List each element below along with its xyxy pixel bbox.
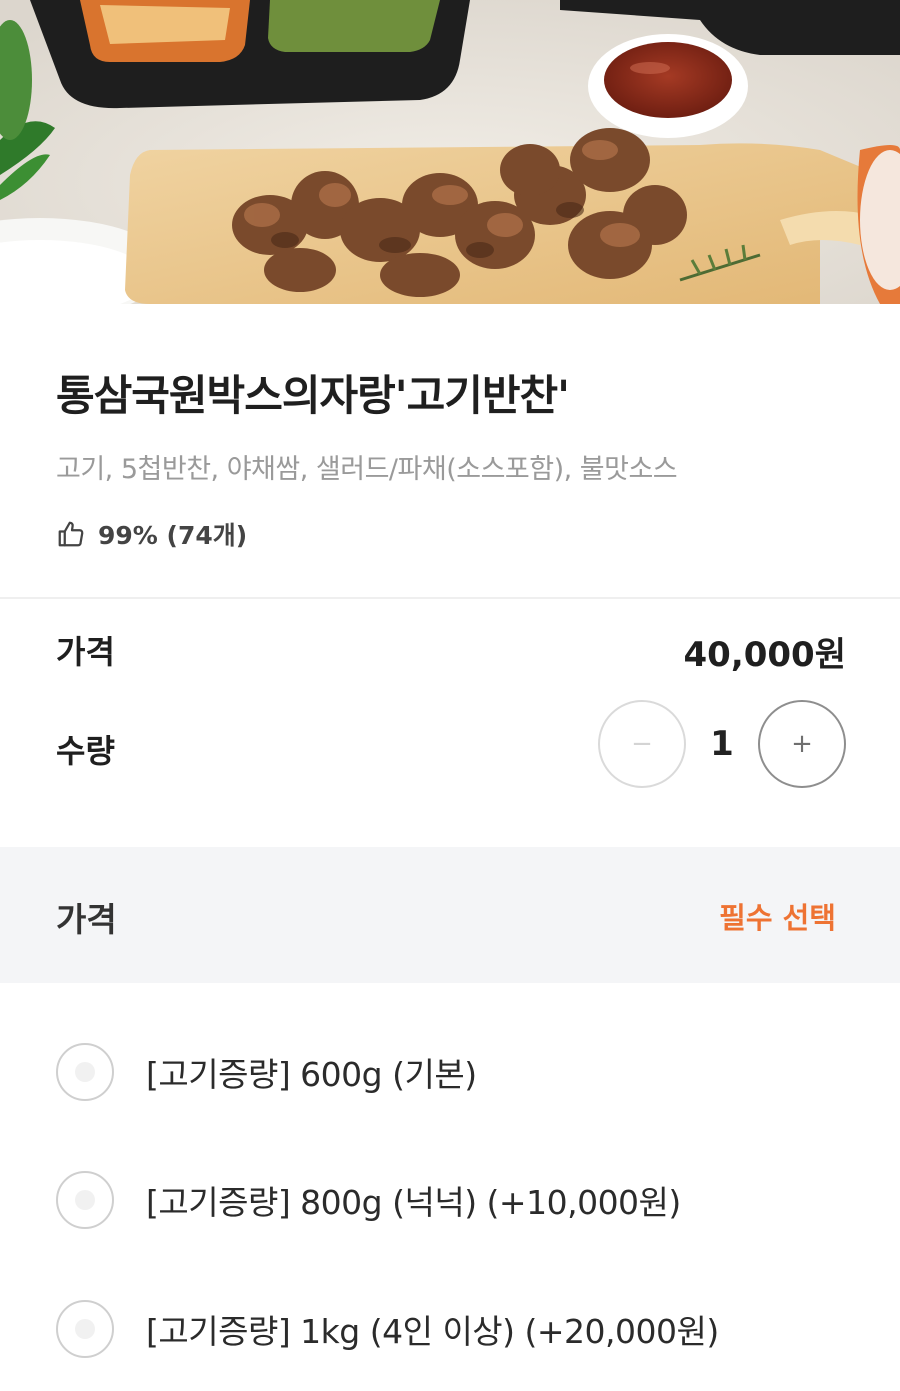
product-title: 통삼국원박스의자랑'고기반찬': [56, 371, 570, 420]
quantity-value: 1: [710, 724, 734, 764]
product-photo: [0, 0, 900, 304]
radio-button[interactable]: [56, 1043, 114, 1101]
radio-dot: [75, 1190, 95, 1210]
option-label: [고기증량] 800g (넉넉) (+10,000원): [146, 1183, 681, 1222]
option-label: [고기증량] 600g (기본): [146, 1055, 477, 1094]
section-divider: [0, 597, 900, 599]
option-label: [고기증량] 1kg (4인 이상) (+20,000원): [146, 1312, 719, 1351]
thumbs-up-icon: [56, 519, 86, 549]
radio-button[interactable]: [56, 1171, 114, 1229]
product-info: 통삼국원박스의자랑'고기반찬' 고기, 5첩반찬, 야채쌈, 샐러드/파채(소스…: [0, 304, 900, 598]
minus-icon: −: [631, 729, 653, 759]
increase-quantity-button[interactable]: +: [758, 700, 846, 788]
radio-dot: [75, 1062, 95, 1082]
option-list: [고기증량] 600g (기본) [고기증량] 800g (넉넉) (+10,0…: [0, 983, 900, 1391]
quantity-stepper: − 1 +: [598, 700, 846, 788]
price-label: 가격: [56, 633, 115, 671]
radio-dot: [75, 1319, 95, 1339]
quantity-label: 수량: [56, 732, 115, 770]
price-row: 가격 40,000원: [56, 627, 846, 675]
quantity-row: 수량 − 1 +: [56, 700, 846, 788]
product-description: 고기, 5첩반찬, 야채쌈, 샐러드/파채(소스포함), 불맛소스: [56, 454, 678, 485]
decrease-quantity-button[interactable]: −: [598, 700, 686, 788]
option-group-header: 가격 필수 선택: [0, 847, 900, 983]
rating: 99% (74개): [56, 516, 247, 552]
product-photo-illustration: [0, 0, 900, 304]
plus-icon: +: [791, 729, 813, 759]
option-item[interactable]: [고기증량] 1kg (4인 이상) (+20,000원): [56, 1299, 856, 1359]
radio-button[interactable]: [56, 1300, 114, 1358]
price-value: 40,000원: [683, 635, 846, 675]
required-badge: 필수 선택: [719, 901, 836, 935]
option-group-title: 가격: [56, 900, 117, 939]
rating-text: 99% (74개): [98, 521, 248, 550]
option-item[interactable]: [고기증량] 800g (넉넉) (+10,000원): [56, 1170, 856, 1230]
option-item[interactable]: [고기증량] 600g (기본): [56, 1042, 856, 1102]
